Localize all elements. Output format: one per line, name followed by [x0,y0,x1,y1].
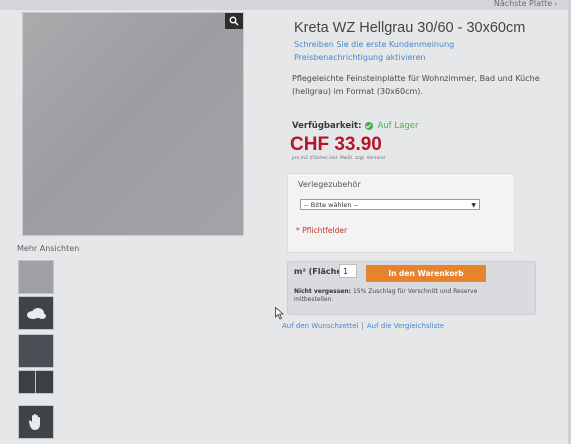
hand-icon [28,414,40,430]
select-value: -- Bitte wählen -- [304,201,359,209]
next-product-label: Nächste Platte [493,0,553,8]
top-bar [0,0,571,10]
price-alert-link[interactable]: Preisbenachrichtigung aktivieren [294,53,426,62]
cart-note-bold: Nicht vergessen: [294,288,352,295]
product-main-image[interactable] [22,12,244,236]
thumbnail-cloud[interactable] [18,296,54,330]
thumbnail-layout[interactable] [18,370,54,394]
wishlist-link[interactable]: Auf den Wunschzettel [282,322,359,330]
link-separator: | [361,322,364,330]
write-review-link[interactable]: Schreiben Sie die erste Kundenmeinung [294,40,454,49]
zoom-icon[interactable] [225,13,243,29]
availability-value: Auf Lager [377,121,419,131]
options-label: Verlegezubehör [298,180,361,189]
more-views-label: Mehr Ansichten [17,244,80,253]
quantity-input[interactable]: 1 [339,264,357,278]
thumbnail-spec[interactable] [18,334,54,368]
required-fields-note: * Pflichtfelder [296,226,348,235]
price-note: pro m2 (Fläche) inkl. MwSt. zzgl. Versan… [292,156,385,161]
quantity-label: m² (Fläche) [294,267,346,276]
cart-note: Nicht vergessen: 15% Zuschlag für Versch… [294,288,504,303]
mouse-cursor-icon [275,305,285,324]
cloud-icon [27,308,46,319]
product-description: Pflegeleichte Feinsteinplatte für Wohnzi… [292,74,540,96]
product-actions: Auf den Wunschzettel | Auf die Vergleichsl… [282,322,444,330]
add-to-cart-box: m² (Fläche) 1 In den Warenkorb Nicht ver… [287,261,536,315]
product-options-box: Verlegezubehör -- Bitte wählen -- ▼ * Pf… [287,173,515,253]
product-title: Kreta WZ Hellgrau 30/60 - 30x60cm [294,20,526,36]
check-circle-icon [365,122,374,130]
thumbnail-tile-surface[interactable] [18,260,54,294]
layout-divider [35,371,36,393]
next-product-link[interactable]: Nächste Platte › [494,0,557,8]
compare-link[interactable]: Auf die Vergleichsliste [367,322,444,330]
chevron-right-icon: › [554,0,557,8]
availability: Verfügbarkeit: Auf Lager [292,121,418,131]
product-price: CHF 33.90 [290,134,382,155]
chevron-down-icon: ▼ [471,202,476,209]
availability-label: Verfügbarkeit: [292,121,362,131]
thumbnail-hand[interactable] [18,405,54,439]
add-to-cart-button[interactable]: In den Warenkorb [366,265,486,282]
accessory-select[interactable]: -- Bitte wählen -- ▼ [300,199,480,210]
